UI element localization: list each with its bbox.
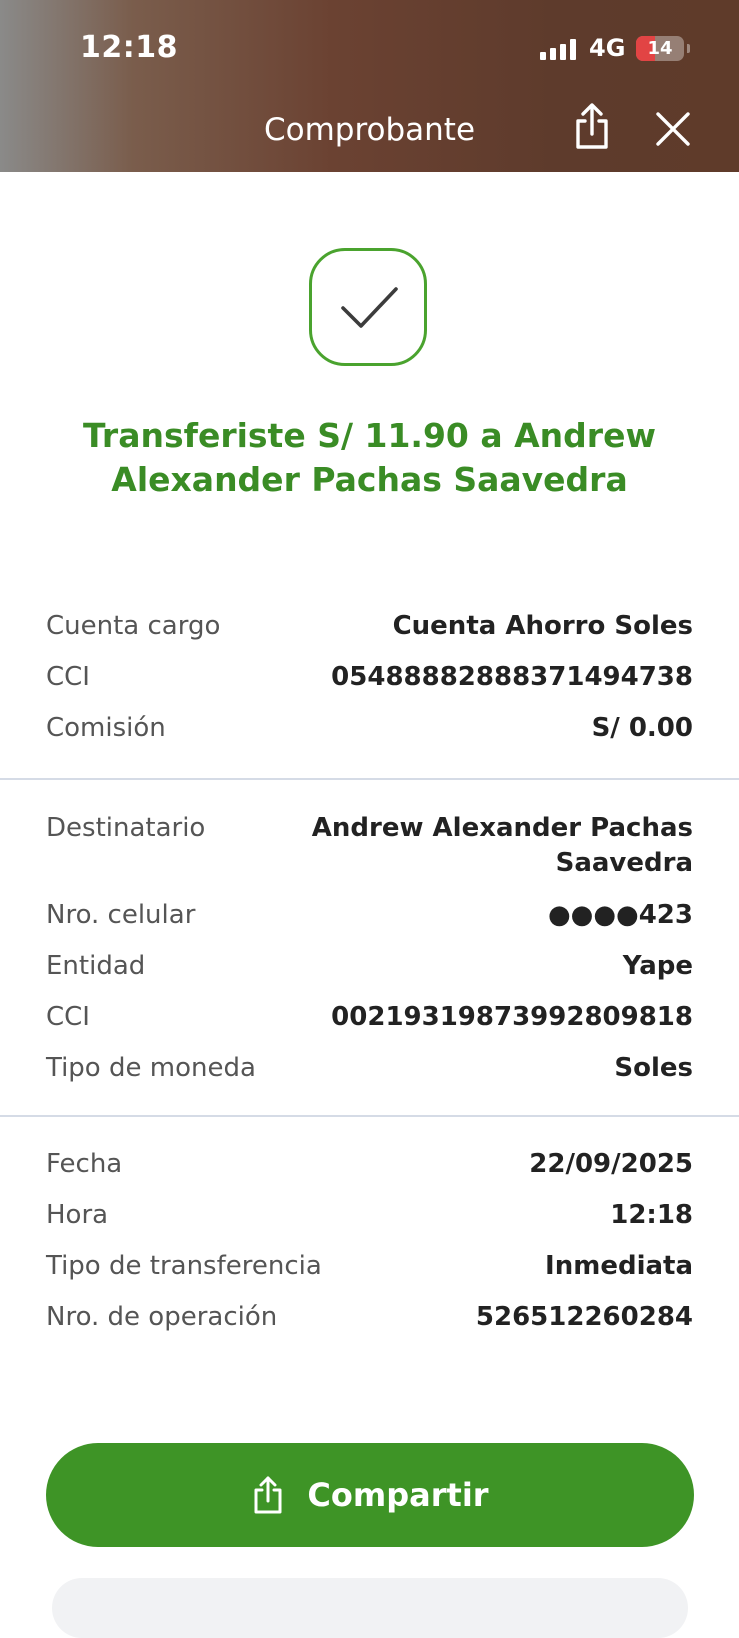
- status-time: 12:18: [80, 30, 178, 65]
- app-header: 12:18 4G 14 Comprobante: [0, 0, 739, 172]
- row-value: Yape: [622, 951, 693, 981]
- row-label: Tipo de moneda: [46, 1053, 256, 1083]
- share-icon: [254, 1476, 282, 1514]
- share-button[interactable]: Compartir: [46, 1443, 694, 1547]
- row-label: Entidad: [46, 951, 146, 981]
- section-divider: [0, 1115, 739, 1117]
- row-value: 12:18: [610, 1200, 693, 1230]
- section-divider: [0, 778, 739, 780]
- signal-icon: [540, 38, 576, 60]
- row-label: Tipo de transferencia: [46, 1251, 322, 1281]
- row-value: S/ 0.00: [591, 713, 693, 743]
- recipient-name-line1: Andrew Alexander Pachas: [311, 813, 693, 843]
- share-icon[interactable]: [570, 102, 614, 152]
- row-label: CCI: [46, 1002, 90, 1032]
- recipient-name-line2: Saavedra: [555, 848, 693, 878]
- battery-percent: 14: [647, 38, 673, 59]
- row-value: 00219319873992809818: [331, 1002, 693, 1032]
- secondary-button[interactable]: [52, 1578, 688, 1638]
- transfer-headline: Transferiste S/ 11.90 a Andrew Alexander…: [83, 416, 656, 499]
- row-value: 526512260284: [475, 1302, 693, 1332]
- battery-icon: 14: [636, 36, 684, 61]
- success-check-box: [309, 248, 427, 366]
- row-label: Comisión: [46, 713, 166, 743]
- row-value: Cuenta Ahorro Soles: [392, 611, 693, 641]
- row-value: 22/09/2025: [529, 1149, 693, 1179]
- row-label: CCI: [46, 662, 90, 692]
- row-label: Nro. de operación: [46, 1302, 278, 1332]
- row-value: ●●●●423: [547, 900, 693, 930]
- row-value: 05488882888371494738: [331, 662, 693, 692]
- row-label: Fecha: [46, 1149, 123, 1179]
- row-label: Nro. celular: [46, 900, 196, 930]
- share-button-label: Compartir: [307, 1476, 489, 1514]
- network-label: 4G: [589, 34, 626, 62]
- row-label: Cuenta cargo: [46, 611, 221, 641]
- close-icon[interactable]: [654, 110, 692, 148]
- check-icon: [341, 287, 398, 328]
- row-label: Destinatario: [46, 813, 206, 843]
- battery-tip: [687, 44, 690, 53]
- row-value: Soles: [614, 1053, 693, 1083]
- page-title: Comprobante: [263, 112, 476, 148]
- row-value: Inmediata: [545, 1251, 693, 1281]
- row-label: Hora: [46, 1200, 109, 1230]
